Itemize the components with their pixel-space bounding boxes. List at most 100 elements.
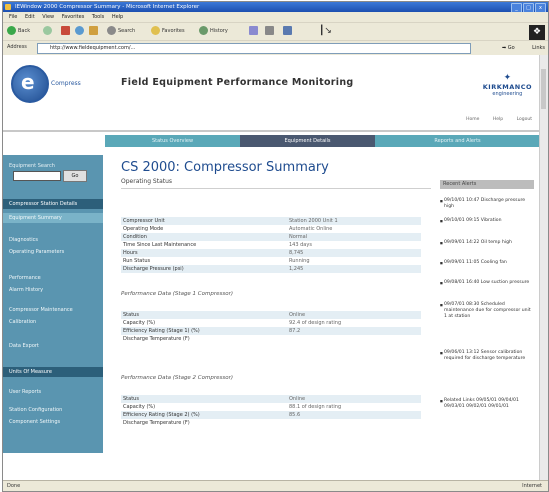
ie-icon	[5, 4, 11, 10]
table-row: Capacity (%) 92.4 of design rating	[123, 320, 342, 326]
discuss-icon: ┃↘	[319, 26, 332, 36]
window-title: IEWindow 2000 Compressor Summary - Micro…	[15, 4, 200, 10]
menu-favorites[interactable]: Favorites	[62, 12, 85, 22]
header-divider	[3, 130, 540, 132]
vertical-scrollbar[interactable]	[539, 55, 548, 481]
table-row: Condition Normal	[121, 233, 421, 241]
edit-icon	[283, 26, 292, 35]
refresh-icon	[75, 26, 84, 35]
sidebar-item-maintenance[interactable]: Compressor Maintenance	[3, 305, 103, 315]
section-heading-stage1: Performance Data (Stage 1 Compressor)	[121, 291, 234, 297]
table-row: Hours 8,745	[121, 249, 421, 257]
sidebar-item-calibration[interactable]: Calibration	[3, 317, 103, 327]
sidebar-item-equipment-summary[interactable]: Equipment Summary	[3, 213, 103, 223]
table-row: Discharge Pressure (psi) 1,245	[121, 265, 421, 273]
print-icon	[265, 26, 274, 35]
address-label: Address	[7, 44, 27, 50]
tab-status-overview[interactable]: Status Overview	[105, 135, 240, 147]
sidebar-item-performance[interactable]: Performance	[3, 273, 103, 283]
windows-logo-icon: ❖	[529, 25, 545, 40]
sidebar: Equipment Search Go Compressor Station D…	[3, 155, 103, 453]
section-heading-stage2: Performance Data (Stage 2 Compressor)	[121, 375, 234, 381]
home-button[interactable]	[89, 26, 100, 37]
top-links: Home Help Logout	[454, 117, 532, 122]
related-links[interactable]: Related Links 09/05/01 09/04/01 09/03/01…	[440, 398, 532, 410]
minimize-button[interactable]: _	[511, 3, 522, 12]
brand-logo[interactable]: ✦ KIRKMANCO engineering	[483, 73, 532, 97]
close-button[interactable]: x	[535, 3, 546, 12]
search-button[interactable]: Search	[107, 26, 135, 37]
page-subtitle: Operating Status	[121, 178, 173, 185]
menu-bar: File Edit View Favorites Tools Help	[3, 12, 548, 22]
maximize-button[interactable]: □	[523, 3, 534, 12]
sidebar-item-station-details[interactable]: Compressor Station Details	[3, 199, 103, 209]
equipment-search-input[interactable]	[13, 171, 61, 181]
table-row: Operating Mode Automatic Online	[123, 226, 333, 232]
sidebar-item-diagnostics[interactable]: Diagnostics	[3, 235, 103, 245]
alert-link[interactable]: 09/09/01 14:22 Oil temp high	[440, 240, 532, 246]
brand-glyph-icon: ✦	[503, 73, 512, 83]
sidebar-item-station-config[interactable]: Station Configuration	[3, 405, 103, 415]
menu-help[interactable]: Help	[112, 12, 123, 22]
menu-file[interactable]: File	[9, 12, 17, 22]
alert-link[interactable]: 09/08/01 16:40 Low suction pressure	[440, 280, 532, 286]
edit-button[interactable]	[283, 26, 294, 37]
stop-button[interactable]	[61, 26, 72, 37]
browser-window: IEWindow 2000 Compressor Summary - Micro…	[2, 1, 549, 492]
sidebar-item-data-export[interactable]: Data Export	[3, 341, 103, 351]
tab-reports-alerts[interactable]: Reports and Alerts	[375, 135, 540, 147]
tab-bar: Status Overview Equipment Details Report…	[105, 135, 540, 147]
back-button[interactable]: Back	[7, 26, 30, 37]
page-title: CS 2000: Compressor Summary	[121, 160, 329, 175]
back-arrow-icon	[7, 26, 16, 35]
alert-link[interactable]: 09/10/01 10:47 Discharge pressure high	[440, 198, 532, 210]
address-bar: Address http://www.fieldequipment.com/..…	[3, 40, 548, 56]
table-row: Status Online	[121, 395, 421, 403]
sidebar-item-user-reports[interactable]: User Reports	[3, 387, 103, 397]
address-input[interactable]: http://www.fieldequipment.com/...	[37, 43, 471, 54]
alert-link[interactable]: 09/09/01 11:05 Cooling fan	[440, 260, 532, 266]
title-bar: IEWindow 2000 Compressor Summary - Micro…	[3, 2, 548, 12]
logo-text: Compress	[51, 80, 81, 87]
table-row: Capacity (%) 88.1 of design rating	[123, 404, 342, 410]
top-link-home[interactable]: Home	[466, 117, 479, 122]
go-button[interactable]: ➡ Go	[502, 43, 522, 53]
page-content: e Compress Field Equipment Performance M…	[3, 55, 548, 481]
history-button[interactable]: History	[199, 26, 228, 37]
print-button[interactable]	[265, 26, 276, 37]
mail-button[interactable]	[249, 26, 260, 37]
alert-link[interactable]: 09/06/01 13:12 Sensor calibration requir…	[440, 350, 532, 362]
site-logo[interactable]: e	[11, 65, 49, 103]
alert-link[interactable]: 09/07/01 08:30 Scheduled maintenance due…	[440, 302, 532, 320]
sidebar-item-component-settings[interactable]: Component Settings	[3, 417, 103, 427]
history-icon	[199, 26, 208, 35]
alerts-heading: Recent Alerts	[440, 180, 534, 189]
home-icon	[89, 26, 98, 35]
title-divider	[121, 188, 431, 189]
forward-button[interactable]	[43, 26, 54, 37]
mail-icon	[249, 26, 258, 35]
menu-tools[interactable]: Tools	[92, 12, 104, 22]
sidebar-item-units[interactable]: Units Of Measure	[3, 367, 103, 377]
table-row: Discharge Temperature (F)	[123, 336, 190, 342]
sidebar-item-alarm-history[interactable]: Alarm History	[3, 285, 103, 295]
sidebar-item-operating-parameters[interactable]: Operating Parameters	[3, 247, 103, 257]
tab-equipment-details[interactable]: Equipment Details	[240, 135, 375, 147]
e-logo-icon: e	[21, 70, 35, 94]
status-text: Done	[7, 483, 21, 489]
search-icon	[107, 26, 116, 35]
links-button[interactable]: Links	[532, 43, 545, 53]
menu-view[interactable]: View	[42, 12, 54, 22]
forward-arrow-icon	[43, 26, 52, 35]
menu-edit[interactable]: Edit	[25, 12, 35, 22]
favorites-button[interactable]: Favorites	[151, 26, 185, 37]
top-link-help[interactable]: Help	[493, 117, 503, 122]
discuss-button[interactable]: ┃↘	[319, 26, 332, 37]
alert-link[interactable]: 09/10/01 09:15 Vibration	[440, 218, 532, 224]
scrollbar-thumb[interactable]	[541, 69, 546, 109]
top-link-logout[interactable]: Logout	[517, 117, 532, 122]
refresh-button[interactable]	[75, 26, 86, 37]
security-zone: Internet	[522, 483, 542, 489]
equipment-search-go-button[interactable]: Go	[63, 170, 87, 182]
table-row: Time Since Last Maintenance 143 days	[123, 242, 312, 248]
